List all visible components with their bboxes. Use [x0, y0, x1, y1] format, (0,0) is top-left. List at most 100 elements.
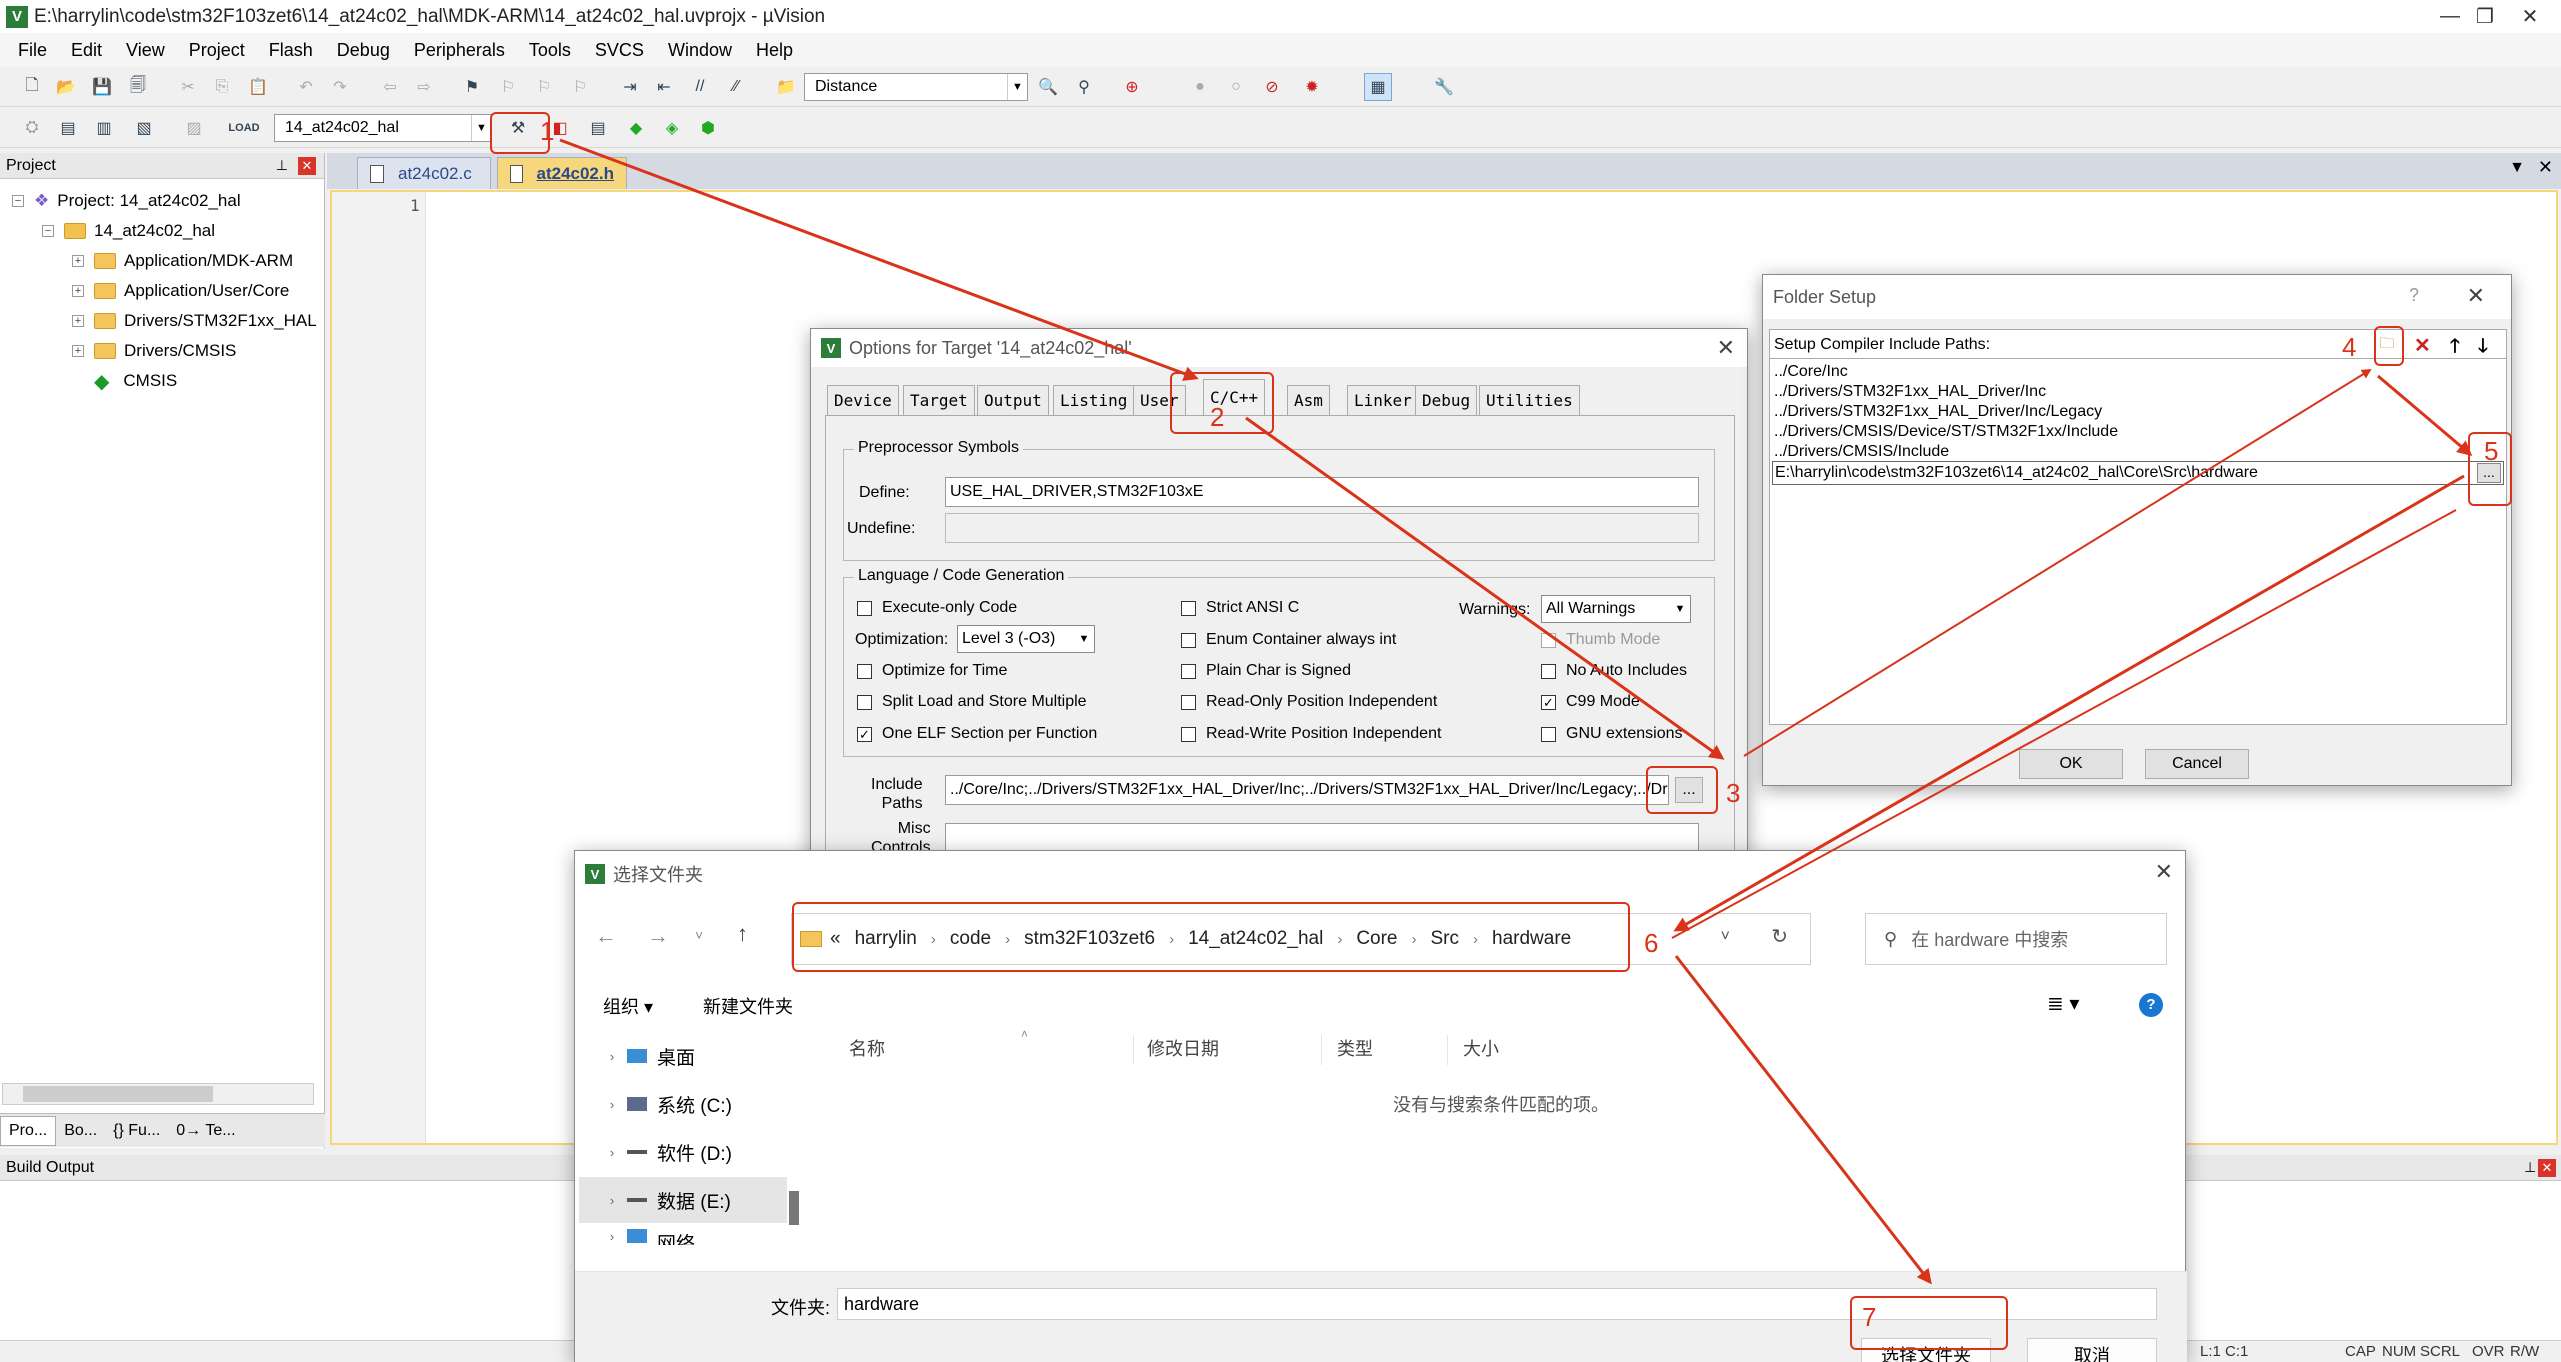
- column-divider[interactable]: [1447, 1035, 1448, 1065]
- pack-installer-icon[interactable]: ⬢: [694, 114, 722, 142]
- checkbox-box[interactable]: [857, 600, 872, 616]
- expand-icon[interactable]: +: [72, 315, 84, 327]
- breakpoint-icon[interactable]: ●: [1186, 73, 1214, 101]
- chevron-down-icon[interactable]: ▼: [1670, 596, 1690, 622]
- tree-project-root[interactable]: − ❖ Project: 14_at24c02_hal: [12, 187, 241, 215]
- tree-target[interactable]: − 14_at24c02_hal: [42, 217, 215, 245]
- checkbox-box[interactable]: ✓: [1541, 694, 1556, 710]
- menu-flash[interactable]: Flash: [257, 40, 325, 61]
- refresh-icon[interactable]: ↻: [1771, 924, 1788, 949]
- menu-file[interactable]: File: [6, 40, 59, 61]
- tab-listing[interactable]: Listing: [1053, 385, 1135, 415]
- menu-window[interactable]: Window: [656, 40, 744, 61]
- expand-icon[interactable]: +: [72, 345, 84, 357]
- scroll-thumb[interactable]: [789, 1191, 799, 1225]
- nav-scrollbar[interactable]: [787, 1031, 801, 1281]
- c99-mode-checkbox[interactable]: ✓ C99 Mode: [1541, 693, 1640, 711]
- help-icon[interactable]: ?: [2409, 285, 2419, 306]
- column-name[interactable]: 名称: [849, 1035, 885, 1061]
- column-type[interactable]: 类型: [1337, 1035, 1373, 1061]
- breakpoint-kill-icon[interactable]: ⊘: [1258, 73, 1286, 101]
- tab-at24c02-h[interactable]: at24c02.h: [497, 157, 627, 189]
- tree-group[interactable]: + Drivers/STM32F1xx_HAL: [72, 307, 317, 335]
- breakpoint-disable-icon[interactable]: ○: [1222, 73, 1250, 101]
- target-combo[interactable]: 14_at24c02_hal ▼: [274, 114, 492, 142]
- translate-icon[interactable]: ⛭: [18, 114, 46, 142]
- misc-controls-input[interactable]: [945, 823, 1699, 853]
- select-packs-icon[interactable]: ◈: [658, 114, 686, 142]
- find-icon[interactable]: 🔍: [1034, 73, 1062, 101]
- configure-icon[interactable]: 🔧: [1430, 73, 1458, 101]
- open-file-icon[interactable]: 📂: [52, 73, 80, 101]
- checkbox-box[interactable]: [1541, 632, 1556, 648]
- checkbox-box[interactable]: [1181, 694, 1196, 710]
- new-file-icon[interactable]: 🗋: [18, 73, 46, 101]
- nav-forward-icon[interactable]: ⇨: [410, 73, 438, 101]
- strict-ansi-checkbox[interactable]: Strict ANSI C: [1181, 599, 1299, 617]
- no-auto-includes-checkbox[interactable]: No Auto Includes: [1541, 662, 1687, 680]
- checkbox-box[interactable]: [1181, 726, 1196, 742]
- bookmark-next-icon[interactable]: ⚐: [530, 73, 558, 101]
- path-item[interactable]: ../Core/Inc: [1774, 363, 1848, 381]
- include-paths-input[interactable]: ../Core/Inc;../Drivers/STM32F1xx_HAL_Dri…: [945, 775, 1669, 805]
- menu-help[interactable]: Help: [744, 40, 805, 61]
- undo-icon[interactable]: ↶: [292, 73, 320, 101]
- plain-char-checkbox[interactable]: Plain Char is Signed: [1181, 662, 1351, 680]
- close-icon[interactable]: ✕: [2467, 283, 2485, 309]
- ok-button[interactable]: OK: [2019, 749, 2123, 779]
- menu-edit[interactable]: Edit: [59, 40, 114, 61]
- chevron-down-icon[interactable]: ▼: [471, 115, 491, 141]
- optimize-time-checkbox[interactable]: Optimize for Time: [857, 662, 1007, 680]
- chevron-right-icon[interactable]: ›: [597, 1229, 627, 1244]
- nav-drive-c[interactable]: › 系统 (C:): [579, 1081, 789, 1127]
- tab-linker[interactable]: Linker: [1347, 385, 1419, 415]
- enum-container-checkbox[interactable]: Enum Container always int: [1181, 631, 1396, 649]
- bookmark-clear-icon[interactable]: ⚐: [566, 73, 594, 101]
- debug-session-icon[interactable]: ⊕: [1118, 73, 1146, 101]
- optimization-select[interactable]: Level 3 (-O3) ▼: [957, 625, 1095, 653]
- recent-dropdown-icon[interactable]: ˅: [695, 927, 703, 943]
- collapse-icon[interactable]: −: [12, 195, 24, 207]
- chevron-right-icon[interactable]: ›: [597, 1049, 627, 1064]
- tree-group[interactable]: + Drivers/CMSIS: [72, 337, 236, 365]
- tab-functions[interactable]: {} Fu...: [105, 1122, 168, 1140]
- tab-templates[interactable]: 0→ Te...: [168, 1122, 243, 1140]
- tab-target[interactable]: Target: [903, 385, 975, 415]
- tree-cmsis[interactable]: ◆ CMSIS: [94, 367, 177, 395]
- save-all-icon[interactable]: 🗐: [124, 73, 152, 101]
- menu-debug[interactable]: Debug: [325, 40, 402, 61]
- horizontal-scrollbar[interactable]: [2, 1083, 314, 1105]
- close-icon[interactable]: ✕: [298, 156, 316, 175]
- path-edit-row[interactable]: E:\harrylin\code\stm32F103zet6\14_at24c0…: [1772, 461, 2504, 485]
- close-icon[interactable]: ✕: [2538, 1159, 2556, 1177]
- save-icon[interactable]: 💾: [88, 73, 116, 101]
- tab-device[interactable]: Device: [827, 385, 899, 415]
- tab-asm[interactable]: Asm: [1287, 385, 1330, 415]
- nav-back-icon[interactable]: ⇦: [376, 73, 404, 101]
- outdent-icon[interactable]: ⇤: [650, 73, 678, 101]
- tab-books[interactable]: Bo...: [56, 1122, 105, 1140]
- column-size[interactable]: 大小: [1463, 1035, 1499, 1061]
- find-combo[interactable]: Distance ▼: [804, 73, 1028, 101]
- comment-icon[interactable]: //: [686, 73, 714, 101]
- checkbox-box[interactable]: [857, 663, 872, 679]
- indent-icon[interactable]: ⇥: [616, 73, 644, 101]
- warnings-select[interactable]: All Warnings ▼: [1541, 595, 1691, 623]
- tab-list-dropdown-icon[interactable]: ▼: [2509, 159, 2525, 177]
- uncomment-icon[interactable]: ⁄⁄: [722, 73, 750, 101]
- up-arrow-icon[interactable]: ↑: [737, 921, 748, 947]
- column-divider[interactable]: [1133, 1035, 1134, 1065]
- pin-icon[interactable]: ⊥: [2524, 1159, 2536, 1176]
- close-window-button[interactable]: ✕: [2500, 0, 2560, 33]
- file-extensions-icon[interactable]: ▤: [584, 114, 612, 142]
- menu-view[interactable]: View: [114, 40, 177, 61]
- window-layout-icon[interactable]: ▦: [1364, 73, 1392, 101]
- search-box[interactable]: ⚲ 在 hardware 中搜索: [1865, 913, 2167, 965]
- copy-icon[interactable]: ⎘: [208, 73, 236, 101]
- gnu-extensions-checkbox[interactable]: GNU extensions: [1541, 725, 1683, 743]
- incremental-find-icon[interactable]: ⚲: [1070, 73, 1098, 101]
- new-folder-button[interactable]: 新建文件夹: [703, 993, 793, 1019]
- column-date[interactable]: 修改日期: [1147, 1035, 1219, 1061]
- chevron-down-icon[interactable]: ▼: [1007, 74, 1027, 100]
- ro-position-checkbox[interactable]: Read-Only Position Independent: [1181, 693, 1437, 711]
